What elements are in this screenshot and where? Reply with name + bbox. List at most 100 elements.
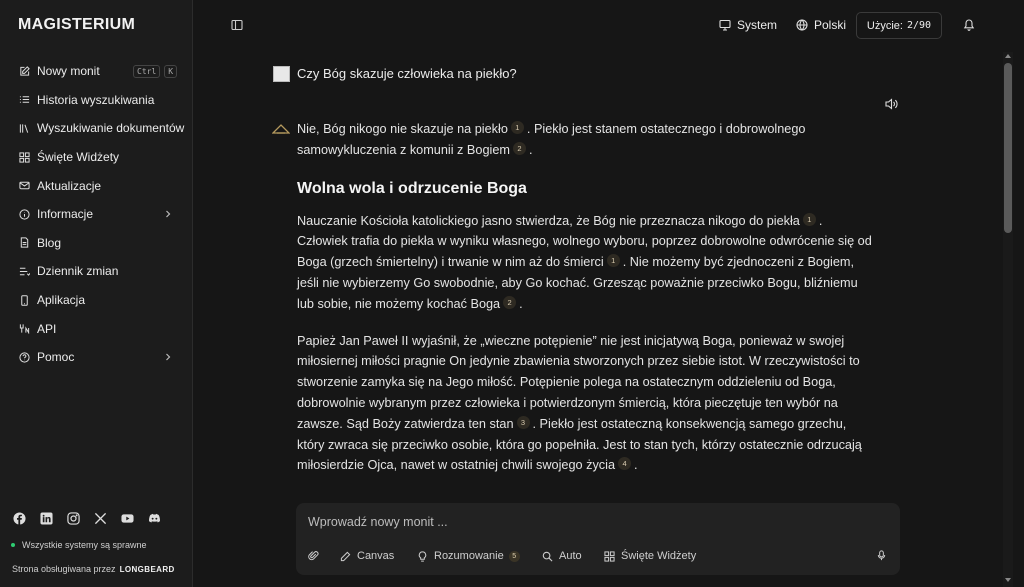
- sidebar-item-label: Nowy monit: [37, 64, 100, 79]
- youtube-icon[interactable]: [121, 512, 134, 525]
- paperclip-icon: [308, 551, 319, 561]
- linkedin-icon[interactable]: [40, 512, 53, 525]
- language-selector[interactable]: Polski: [796, 18, 846, 32]
- library-icon: [19, 123, 30, 134]
- citation-badge[interactable]: 1: [802, 212, 816, 226]
- sidebar-item-changelog[interactable]: Dziennik zmian: [0, 257, 193, 286]
- microphone-button[interactable]: [876, 550, 893, 561]
- changelog-icon: [19, 266, 30, 277]
- usage-counter[interactable]: Użycie: 2/90: [856, 12, 942, 39]
- sidebar-item-api[interactable]: API: [0, 314, 193, 343]
- speaker-icon[interactable]: [884, 97, 899, 111]
- canvas-button[interactable]: Canvas: [340, 550, 394, 562]
- shortcut-hint: Ctrl K: [129, 64, 178, 78]
- sidebar-item-label: API: [37, 321, 57, 336]
- chevron-right-icon: [166, 353, 171, 361]
- sidebar-toggle-icon[interactable]: [231, 19, 243, 31]
- answer-text: Nauczanie Kościoła katolickiego jasno st…: [297, 213, 800, 228]
- sidebar-item-sacred-widgets[interactable]: Święte Widżety: [0, 143, 193, 172]
- sidebar-item-label: Wyszukiwanie dokumentów: [37, 121, 185, 136]
- globe-icon: [796, 19, 808, 31]
- sidebar-item-label: Historia wyszukiwania: [37, 92, 155, 107]
- sidebar-nav: Nowy monit Ctrl K Historia wyszukiwania …: [0, 57, 193, 372]
- sidebar-item-label: Święte Widżety: [37, 150, 120, 165]
- auto-search-button[interactable]: Auto: [542, 550, 582, 562]
- app-logo[interactable]: MAGISTERIUM: [18, 16, 135, 34]
- answer-paragraph-1: Nauczanie Kościoła katolickiego jasno st…: [297, 211, 875, 315]
- sidebar-item-help[interactable]: Pomoc: [0, 343, 193, 372]
- usage-label: Użycie:: [866, 19, 903, 32]
- sidebar: MAGISTERIUM Nowy monit Ctrl K Historia w…: [0, 0, 193, 587]
- citation-badge[interactable]: 2: [503, 295, 517, 309]
- citation-badge[interactable]: 1: [510, 121, 524, 134]
- search-icon: [542, 551, 553, 561]
- scroll-down-arrow[interactable]: [1005, 578, 1011, 582]
- api-icon: [19, 323, 30, 335]
- scroll-up-arrow[interactable]: [1005, 54, 1011, 58]
- answer-text: .: [519, 296, 523, 311]
- prompt-input[interactable]: [308, 513, 878, 531]
- answer-text: Nie, Bóg nikogo nie skazuje na piekło: [297, 122, 508, 136]
- grid-icon: [19, 151, 30, 163]
- answer-intro: Nie, Bóg nikogo nie skazuje na piekło 1. …: [297, 119, 875, 161]
- widgets-label: Święte Widżety: [621, 550, 697, 562]
- mail-icon: [19, 180, 30, 191]
- citation-badge[interactable]: 2: [512, 141, 526, 155]
- widgets-button[interactable]: Święte Widżety: [604, 550, 696, 562]
- discord-icon[interactable]: [148, 512, 161, 525]
- assistant-answer: Nie, Bóg nikogo nie skazuje na piekło 1. …: [297, 119, 875, 492]
- powered-prefix: Strona obsługiwana przez: [12, 564, 116, 574]
- reasoning-label: Rozumowanie: [434, 550, 504, 562]
- chevron-right-icon: [166, 210, 171, 218]
- sidebar-item-blog[interactable]: Blog: [0, 229, 193, 258]
- sidebar-item-label: Aplikacja: [37, 293, 86, 308]
- answer-heading: Wolna wola i odrzucenie Boga: [297, 179, 527, 197]
- kbd-ctrl: Ctrl: [133, 64, 161, 78]
- language-label: Polski: [814, 18, 847, 32]
- theme-selector[interactable]: System: [719, 18, 777, 32]
- auto-label: Auto: [559, 550, 582, 562]
- system-status[interactable]: Wszystkie systemy są sprawne: [11, 540, 147, 550]
- citation-badge[interactable]: 1: [606, 254, 620, 268]
- sidebar-item-search-history[interactable]: Historia wyszukiwania: [0, 86, 193, 115]
- attach-button[interactable]: [308, 550, 325, 561]
- edit-icon: [19, 66, 30, 77]
- kbd-k: K: [164, 64, 178, 78]
- sidebar-item-label: Informacje: [37, 207, 94, 222]
- facebook-icon[interactable]: [13, 512, 26, 525]
- sidebar-item-information[interactable]: Informacje: [0, 200, 193, 229]
- usage-value: 2/90: [906, 20, 932, 31]
- sidebar-item-new-prompt[interactable]: Nowy monit Ctrl K: [0, 57, 193, 86]
- sidebar-item-label: Pomoc: [37, 350, 75, 365]
- phone-icon: [19, 294, 30, 306]
- user-question: Czy Bóg skazuje człowieka na piekło?: [297, 66, 517, 81]
- sidebar-item-label: Aktualizacje: [37, 178, 102, 193]
- instagram-icon[interactable]: [67, 512, 80, 525]
- monitor-icon: [719, 19, 731, 31]
- sidebar-item-app[interactable]: Aplikacja: [0, 286, 193, 315]
- info-icon: [19, 209, 30, 220]
- citation-badge[interactable]: 3: [516, 415, 530, 429]
- scrollbar-thumb[interactable]: [1004, 63, 1012, 233]
- grid-icon: [604, 550, 615, 562]
- pen-icon: [340, 551, 351, 561]
- status-dot: [11, 543, 15, 547]
- magisterium-logo-icon: [272, 124, 290, 134]
- sidebar-item-updates[interactable]: Aktualizacje: [0, 171, 193, 200]
- answer-paragraph-2: Papież Jan Paweł II wyjaśnił, że „wieczn…: [297, 331, 875, 477]
- x-icon[interactable]: [94, 512, 107, 525]
- document-icon: [19, 237, 30, 248]
- answer-text: .: [634, 458, 638, 473]
- reasoning-button[interactable]: Rozumowanie 5: [417, 550, 520, 562]
- canvas-label: Canvas: [357, 550, 395, 562]
- reasoning-count-badge: 5: [508, 550, 520, 562]
- citation-badge[interactable]: 4: [618, 457, 632, 471]
- bell-icon[interactable]: [963, 18, 975, 31]
- status-text: Wszystkie systemy są sprawne: [22, 540, 147, 550]
- sidebar-item-label: Dziennik zmian: [37, 264, 119, 279]
- powered-by: Strona obsługiwana przez LONGBEARD: [12, 564, 175, 574]
- theme-label: System: [737, 18, 778, 32]
- powered-brand[interactable]: LONGBEARD: [120, 565, 175, 574]
- sidebar-item-label: Blog: [37, 235, 62, 250]
- sidebar-item-document-search[interactable]: Wyszukiwanie dokumentów: [0, 114, 193, 143]
